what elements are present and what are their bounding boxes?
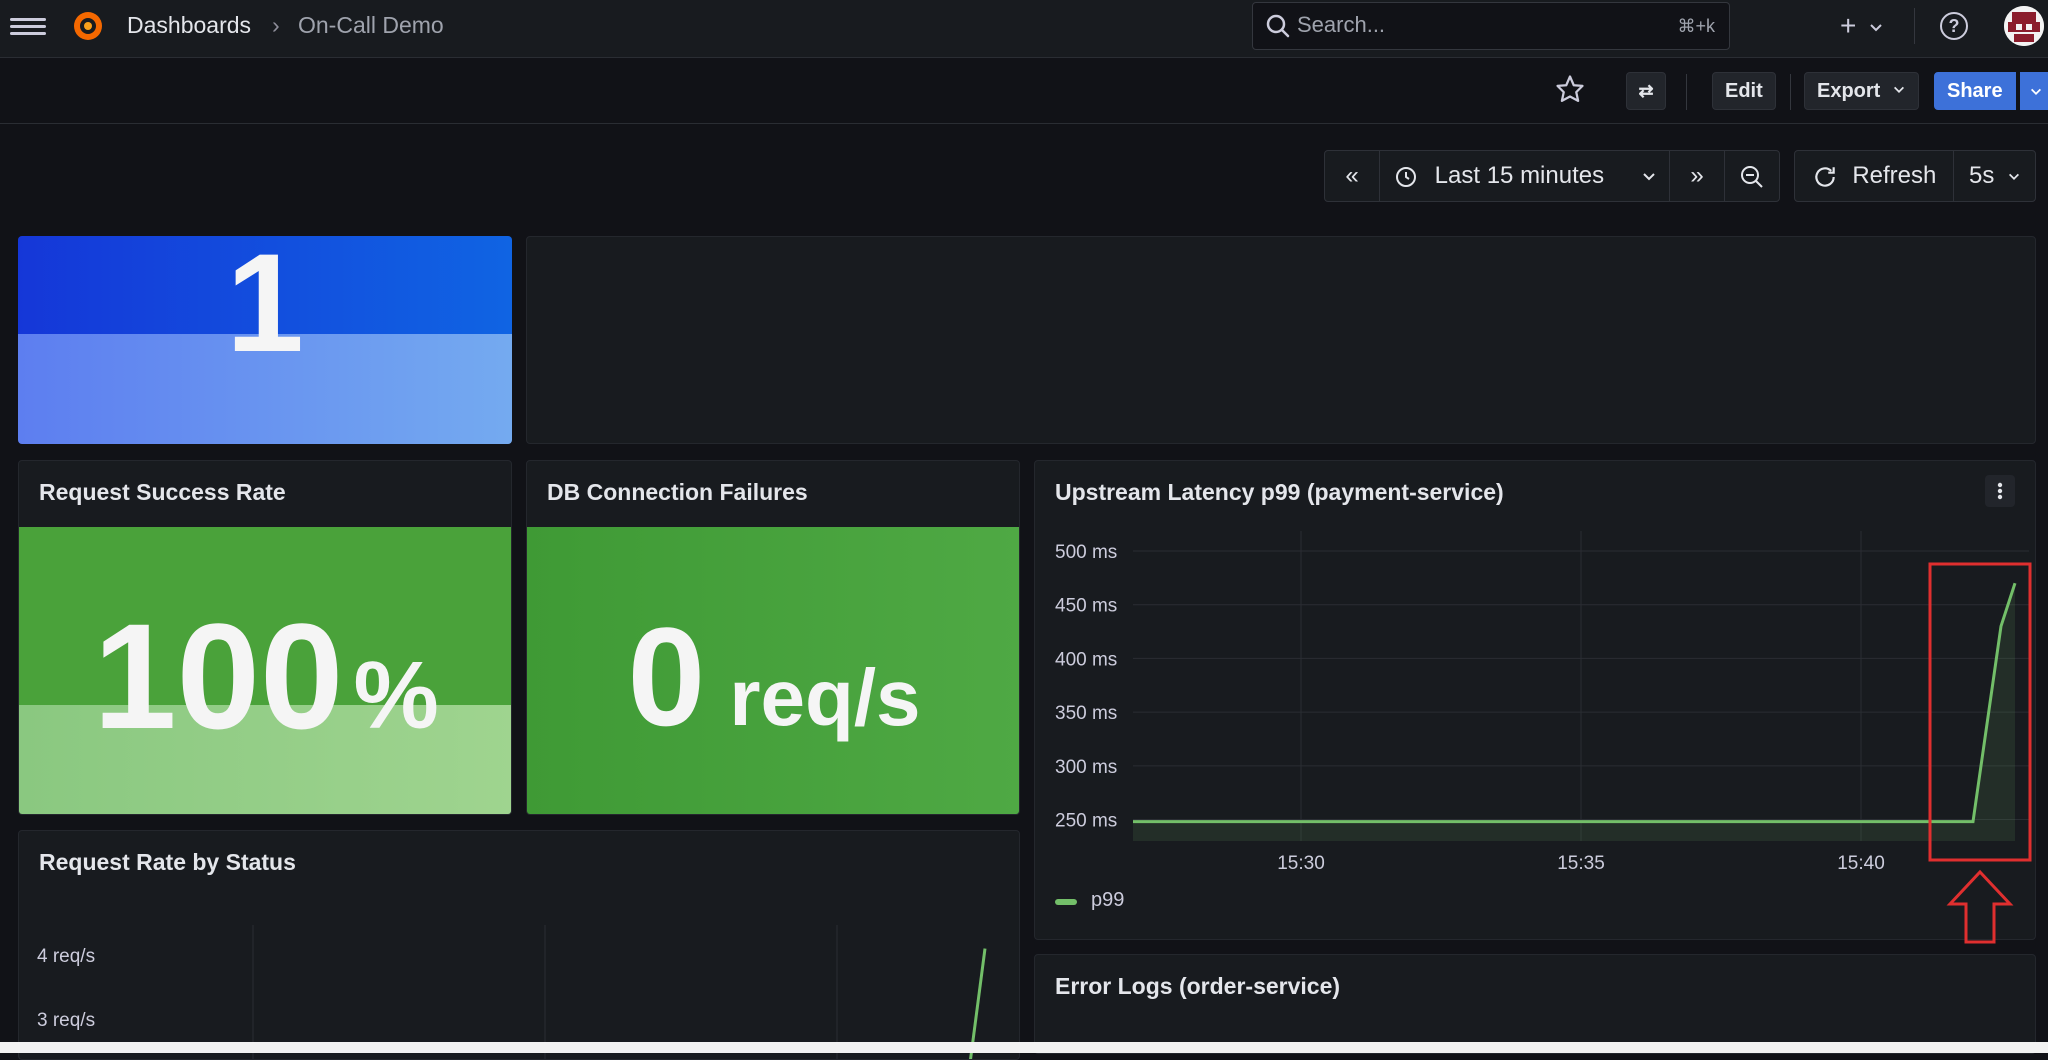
arrow-up-icon bbox=[1946, 869, 2014, 944]
search-box[interactable]: ⌘+k bbox=[1252, 2, 1730, 50]
export-label: Export bbox=[1817, 80, 1881, 102]
share-dropdown-button[interactable] bbox=[2020, 72, 2048, 110]
refresh-interval-label: 5s bbox=[1968, 162, 1995, 189]
edit-button[interactable]: Edit bbox=[1712, 72, 1776, 110]
time-range-picker[interactable]: Last 15 minutes bbox=[1380, 151, 1660, 201]
empty-panel bbox=[526, 236, 2036, 444]
x-tick-label: 15:35 bbox=[1557, 853, 1605, 874]
refresh-controls: Refresh 5s bbox=[1794, 150, 2036, 202]
chevron-down-icon bbox=[2009, 173, 2020, 180]
request-rate-chart[interactable]: 4 req/s 3 req/s bbox=[19, 831, 1020, 1060]
top-nav-bar: Dashboards › On-Call Demo ⌘+k + ? bbox=[0, 0, 2048, 58]
y-tick-label: 300 ms bbox=[1055, 757, 1117, 778]
panel-title: DB Connection Failures bbox=[547, 479, 808, 505]
x-tick-label: 15:30 bbox=[1277, 853, 1325, 874]
search-input[interactable] bbox=[1297, 12, 1617, 38]
chevron-down-icon bbox=[1643, 172, 1655, 181]
stat-unit: req/s bbox=[729, 653, 921, 742]
share-button[interactable]: Share bbox=[1934, 72, 2016, 110]
latency-chart[interactable]: 500 ms 450 ms 400 ms 350 ms 300 ms 250 ms 15:3… bbox=[1035, 461, 2036, 940]
new-menu-button[interactable]: + bbox=[1840, 10, 1884, 42]
refresh-icon bbox=[1814, 166, 1835, 187]
export-button[interactable]: Export bbox=[1804, 72, 1919, 110]
x-tick-label: 15:40 bbox=[1837, 853, 1885, 874]
stat-value: 1 bbox=[226, 236, 304, 381]
legend-swatch bbox=[1055, 899, 1077, 905]
request-rate-by-status-panel[interactable]: Request Rate by Status 4 req/s 3 req/s bbox=[18, 830, 1020, 1060]
dashboard-toolbar: ⇄ Edit Export Share bbox=[0, 58, 2048, 124]
search-icon bbox=[1266, 14, 1290, 38]
series-line-p99 bbox=[1133, 582, 2017, 824]
plus-icon: + bbox=[1840, 10, 1857, 41]
avatar[interactable] bbox=[2004, 6, 2044, 46]
refresh-label: Refresh bbox=[1852, 162, 1937, 189]
panel-title: Request Success Rate bbox=[39, 479, 286, 505]
stat-number: 0 bbox=[627, 598, 706, 755]
time-forward-icon[interactable]: » bbox=[1670, 151, 1724, 201]
swap-icon[interactable]: ⇄ bbox=[1626, 72, 1666, 110]
time-range-controls: « Last 15 minutes » bbox=[1324, 150, 1780, 202]
highlight-box bbox=[1928, 562, 2032, 862]
stat-number: 100 bbox=[93, 592, 344, 760]
error-logs-panel[interactable]: Error Logs (order-service) bbox=[1034, 954, 2036, 1054]
legend-label[interactable]: p99 bbox=[1091, 889, 1124, 912]
y-tick-label: 400 ms bbox=[1055, 649, 1117, 670]
zoom-out-icon[interactable] bbox=[1725, 151, 1779, 201]
window-bottom-edge bbox=[0, 1042, 2048, 1053]
request-success-rate-panel[interactable]: Request Success Rate 100% bbox=[18, 460, 512, 815]
chevron-down-icon bbox=[1870, 23, 1882, 32]
chevron-down-icon bbox=[2031, 88, 2041, 95]
refresh-button[interactable]: Refresh bbox=[1795, 151, 1953, 201]
y-tick-label: 4 req/s bbox=[37, 946, 95, 967]
y-tick-label: 350 ms bbox=[1055, 703, 1117, 724]
stat-value: 0 req/s bbox=[527, 607, 1019, 768]
time-range-label: Last 15 minutes bbox=[1434, 162, 1605, 189]
y-tick-label: 3 req/s bbox=[37, 1010, 95, 1031]
highlight-annotation bbox=[1928, 562, 2032, 944]
upstream-latency-panel[interactable]: Upstream Latency p99 (payment-service) 5… bbox=[1034, 460, 2036, 940]
stat-panel-top[interactable]: 1 bbox=[18, 236, 512, 444]
db-connection-failures-panel[interactable]: DB Connection Failures 0 req/s bbox=[526, 460, 1020, 815]
time-back-icon[interactable]: « bbox=[1325, 151, 1379, 201]
panel-title: Error Logs (order-service) bbox=[1055, 973, 1341, 999]
breadcrumb-current: On-Call Demo bbox=[298, 12, 444, 38]
breadcrumb-dashboards[interactable]: Dashboards bbox=[127, 12, 251, 39]
menu-icon[interactable] bbox=[10, 14, 46, 42]
breadcrumb-separator: › bbox=[272, 12, 280, 38]
stat-unit: % bbox=[353, 642, 439, 749]
search-shortcut: ⌘+k bbox=[1677, 16, 1715, 36]
y-tick-label: 450 ms bbox=[1055, 596, 1117, 617]
stat-value: 100% bbox=[19, 601, 511, 771]
clock-icon bbox=[1396, 166, 1416, 187]
chevron-down-icon bbox=[1893, 86, 1904, 93]
refresh-interval-picker[interactable]: 5s bbox=[1954, 151, 2036, 201]
y-tick-label: 250 ms bbox=[1055, 811, 1117, 832]
grafana-logo-icon[interactable] bbox=[70, 8, 106, 44]
nav-divider bbox=[1914, 8, 1915, 44]
y-tick-label: 500 ms bbox=[1055, 542, 1117, 563]
help-icon[interactable]: ? bbox=[1940, 12, 1968, 40]
toolbar-divider bbox=[1790, 74, 1791, 110]
toolbar-divider bbox=[1686, 74, 1687, 110]
star-icon[interactable] bbox=[1555, 74, 1585, 104]
